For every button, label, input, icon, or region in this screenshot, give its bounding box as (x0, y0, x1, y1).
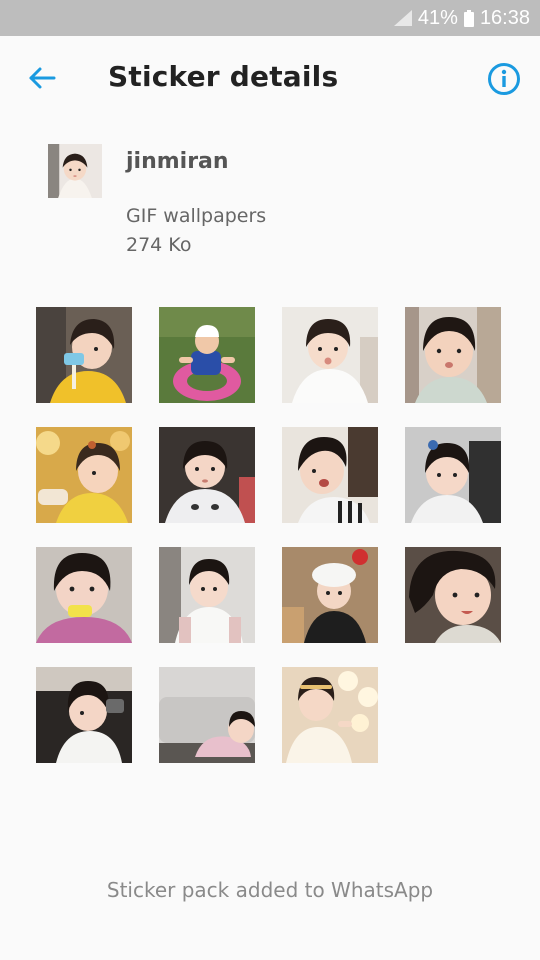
status-bar: 41% 16:38 (0, 0, 540, 36)
sticker-image (282, 547, 378, 643)
sticker-5[interactable] (36, 427, 132, 523)
clock: 16:38 (479, 6, 530, 29)
pack-tray-icon (48, 144, 102, 198)
sticker-grid (36, 307, 502, 763)
sticker-11[interactable] (282, 547, 378, 643)
sticker-image (36, 667, 132, 763)
sticker-image (405, 547, 501, 643)
sticker-image (282, 667, 378, 763)
sticker-9[interactable] (36, 547, 132, 643)
sticker-image (36, 547, 132, 643)
sticker-12[interactable] (405, 547, 501, 643)
sticker-6[interactable] (159, 427, 255, 523)
tray-photo (48, 144, 102, 198)
sticker-2[interactable] (159, 307, 255, 403)
sticker-image (36, 307, 132, 403)
info-icon[interactable] (487, 62, 521, 96)
sticker-image (159, 307, 255, 403)
sticker-image (159, 547, 255, 643)
signal-icon (393, 10, 412, 26)
status-right: 41% 16:38 (393, 0, 530, 36)
battery-percent: 41% (417, 6, 458, 29)
sticker-14[interactable] (159, 667, 255, 763)
pack-publisher: GIF wallpapers (126, 205, 267, 227)
sticker-image (282, 427, 378, 523)
back-arrow-icon[interactable] (26, 62, 58, 94)
sticker-image (36, 427, 132, 523)
sticker-image (159, 427, 255, 523)
sticker-image (282, 307, 378, 403)
sticker-15[interactable] (282, 667, 378, 763)
sticker-4[interactable] (405, 307, 501, 403)
sticker-image (159, 667, 255, 763)
pack-size: 274 Ko (126, 234, 192, 256)
app-bar: Sticker details (0, 36, 540, 120)
sticker-10[interactable] (159, 547, 255, 643)
sticker-7[interactable] (282, 427, 378, 523)
sticker-13[interactable] (36, 667, 132, 763)
sticker-image (405, 307, 501, 403)
battery-icon (463, 9, 474, 27)
sticker-3[interactable] (282, 307, 378, 403)
sticker-8[interactable] (405, 427, 501, 523)
sticker-1[interactable] (36, 307, 132, 403)
sticker-image (405, 427, 501, 523)
page-title: Sticker details (108, 60, 339, 93)
pack-name: jinmiran (126, 149, 229, 174)
pack-added-status: Sticker pack added to WhatsApp (106, 878, 434, 902)
